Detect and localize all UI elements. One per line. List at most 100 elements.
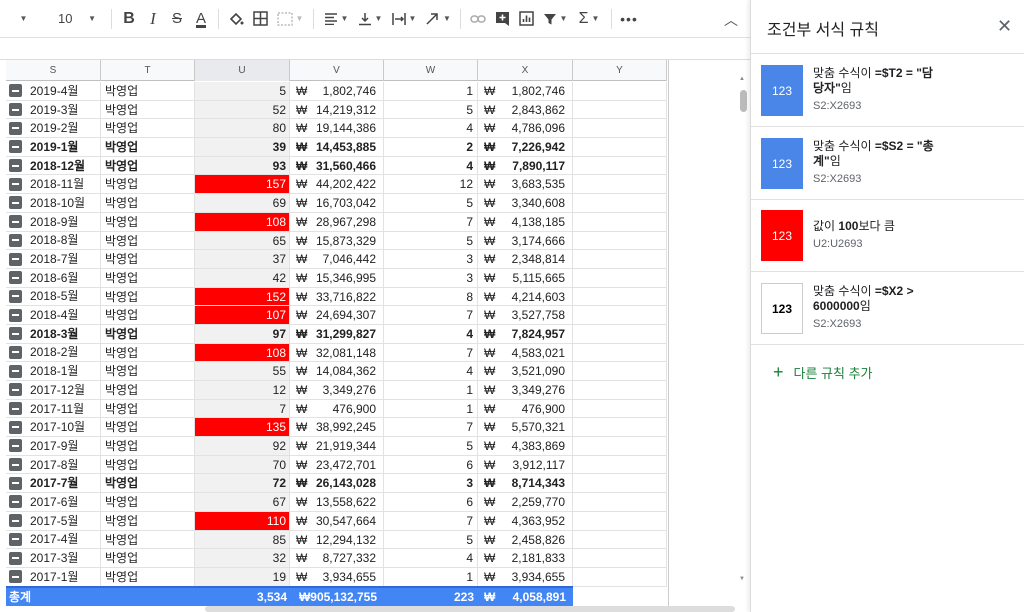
align-vertical-icon[interactable]: ▼ [353, 6, 387, 32]
rep-cell[interactable]: 박영업 [101, 381, 195, 400]
count-cell[interactable]: 1 [384, 567, 478, 587]
average-cell[interactable]: ₩4,138,185 [478, 212, 573, 232]
collapse-group-icon[interactable] [9, 420, 22, 434]
collapse-group-icon[interactable] [9, 177, 22, 191]
merge-icon[interactable]: ▼ [272, 6, 308, 32]
count-cell[interactable]: 2 [384, 138, 478, 157]
month-cell[interactable]: 2017-4월 [6, 530, 101, 550]
average-cell[interactable]: ₩4,383,869 [478, 437, 573, 456]
empty-cell[interactable] [573, 455, 667, 475]
empty-cell[interactable] [573, 287, 667, 307]
average-cell[interactable]: ₩2,458,826 [478, 530, 573, 550]
empty-cell[interactable] [573, 567, 667, 587]
empty-cell[interactable] [573, 530, 667, 550]
average-cell[interactable]: ₩4,214,603 [478, 287, 573, 307]
rep-cell[interactable]: 박영업 [101, 212, 195, 232]
month-cell[interactable]: 2019-2월 [6, 119, 101, 139]
amount-cell[interactable]: ₩476,900 [290, 399, 384, 419]
average-cell[interactable]: ₩2,259,770 [478, 493, 573, 512]
month-cell[interactable]: 2018-6월 [6, 268, 101, 288]
amount-cell[interactable]: ₩3,349,276 [290, 381, 384, 400]
count-cell[interactable]: 5 [384, 100, 478, 120]
average-cell[interactable]: ₩7,824,957 [478, 324, 573, 344]
amount-cell[interactable]: ₩32,081,148 [290, 343, 384, 363]
month-cell[interactable]: 2017-10월 [6, 418, 101, 438]
rep-cell[interactable]: 박영업 [101, 437, 195, 456]
collapse-toolbar-icon[interactable]: ︿ [724, 10, 738, 30]
count-cell[interactable]: 1 [384, 399, 478, 419]
rep-cell[interactable]: 박영업 [101, 455, 195, 475]
amount-cell[interactable]: ₩30,547,664 [290, 511, 384, 531]
count-cell[interactable]: 5 [384, 530, 478, 550]
quantity-cell[interactable]: 108 [195, 343, 290, 363]
count-cell[interactable]: 5 [384, 437, 478, 456]
empty-cell[interactable] [573, 119, 667, 139]
quantity-cell[interactable]: 97 [195, 324, 290, 344]
col-header-v[interactable]: V [290, 60, 384, 81]
rep-cell[interactable]: 박영업 [101, 100, 195, 120]
format-rule[interactable]: 123 맞춤 수식이 =$T2 = "담 당자"임 S2:X2693 [751, 54, 1024, 127]
month-cell[interactable]: 2018-9월 [6, 212, 101, 232]
text-color-icon[interactable]: A [189, 6, 213, 32]
count-cell[interactable]: 12 [384, 175, 478, 195]
average-cell[interactable]: ₩3,174,666 [478, 231, 573, 251]
count-cell[interactable]: 4 [384, 549, 478, 568]
amount-cell[interactable]: ₩44,202,422 [290, 175, 384, 195]
collapse-group-icon[interactable] [9, 140, 22, 154]
amount-cell[interactable]: ₩14,453,885 [290, 138, 384, 157]
empty-cell[interactable] [573, 474, 667, 494]
rep-cell[interactable]: 박영업 [101, 175, 195, 195]
amount-cell[interactable]: ₩12,294,132 [290, 530, 384, 550]
average-cell[interactable]: ₩4,583,021 [478, 343, 573, 363]
add-rule-button[interactable]: + 다른 규칙 추가 [773, 362, 873, 383]
quantity-cell[interactable]: 93 [195, 156, 290, 176]
filter-icon[interactable]: ▼ [538, 6, 572, 32]
rep-cell[interactable]: 박영업 [101, 567, 195, 587]
chart-icon[interactable] [514, 6, 538, 32]
amount-cell[interactable]: ₩15,873,329 [290, 231, 384, 251]
average-cell[interactable]: ₩8,714,343 [478, 474, 573, 494]
amount-cell[interactable]: ₩31,560,466 [290, 156, 384, 176]
collapse-group-icon[interactable] [9, 103, 22, 117]
amount-cell[interactable]: ₩26,143,028 [290, 474, 384, 494]
average-cell[interactable]: ₩5,115,665 [478, 268, 573, 288]
month-cell[interactable]: 2019-4월 [6, 82, 101, 101]
amount-cell[interactable]: ₩8,727,332 [290, 549, 384, 568]
collapse-group-icon[interactable] [9, 570, 22, 584]
bold-icon[interactable]: B [117, 6, 141, 32]
quantity-cell[interactable]: 37 [195, 250, 290, 269]
amount-cell[interactable]: ₩28,967,298 [290, 212, 384, 232]
fill-color-icon[interactable] [224, 6, 248, 32]
collapse-group-icon[interactable] [9, 327, 22, 341]
collapse-group-icon[interactable] [9, 252, 22, 266]
average-cell[interactable]: ₩3,349,276 [478, 381, 573, 400]
collapse-group-icon[interactable] [9, 159, 22, 173]
collapse-group-icon[interactable] [9, 476, 22, 490]
amount-cell[interactable]: ₩21,919,344 [290, 437, 384, 456]
quantity-cell[interactable]: 42 [195, 268, 290, 288]
collapse-group-icon[interactable] [9, 271, 22, 285]
count-cell[interactable]: 5 [384, 231, 478, 251]
collapse-group-icon[interactable] [9, 308, 22, 322]
font-family-dropdown[interactable]: ▼ [0, 6, 44, 32]
average-cell[interactable]: ₩3,527,758 [478, 306, 573, 325]
rep-cell[interactable]: 박영업 [101, 268, 195, 288]
collapse-group-icon[interactable] [9, 233, 22, 247]
count-cell[interactable]: 7 [384, 212, 478, 232]
quantity-cell[interactable]: 7 [195, 399, 290, 419]
empty-cell[interactable] [573, 493, 667, 512]
count-cell[interactable]: 3 [384, 474, 478, 494]
quantity-cell[interactable]: 69 [195, 194, 290, 213]
quantity-cell[interactable]: 65 [195, 231, 290, 251]
italic-icon[interactable]: I [141, 6, 165, 32]
quantity-cell[interactable]: 70 [195, 455, 290, 475]
empty-cell[interactable] [573, 343, 667, 363]
count-cell[interactable]: 4 [384, 324, 478, 344]
amount-cell[interactable]: ₩33,716,822 [290, 287, 384, 307]
format-rule[interactable]: 123 맞춤 수식이 =$S2 = "총 계"임 S2:X2693 [751, 127, 1024, 200]
empty-cell[interactable] [573, 324, 667, 344]
empty-cell[interactable] [573, 194, 667, 213]
count-cell[interactable]: 8 [384, 287, 478, 307]
total-row[interactable]: 총계 3,534 ₩905,132,755 223 ₩4,058,891 [6, 586, 573, 606]
formula-bar[interactable] [0, 38, 750, 60]
